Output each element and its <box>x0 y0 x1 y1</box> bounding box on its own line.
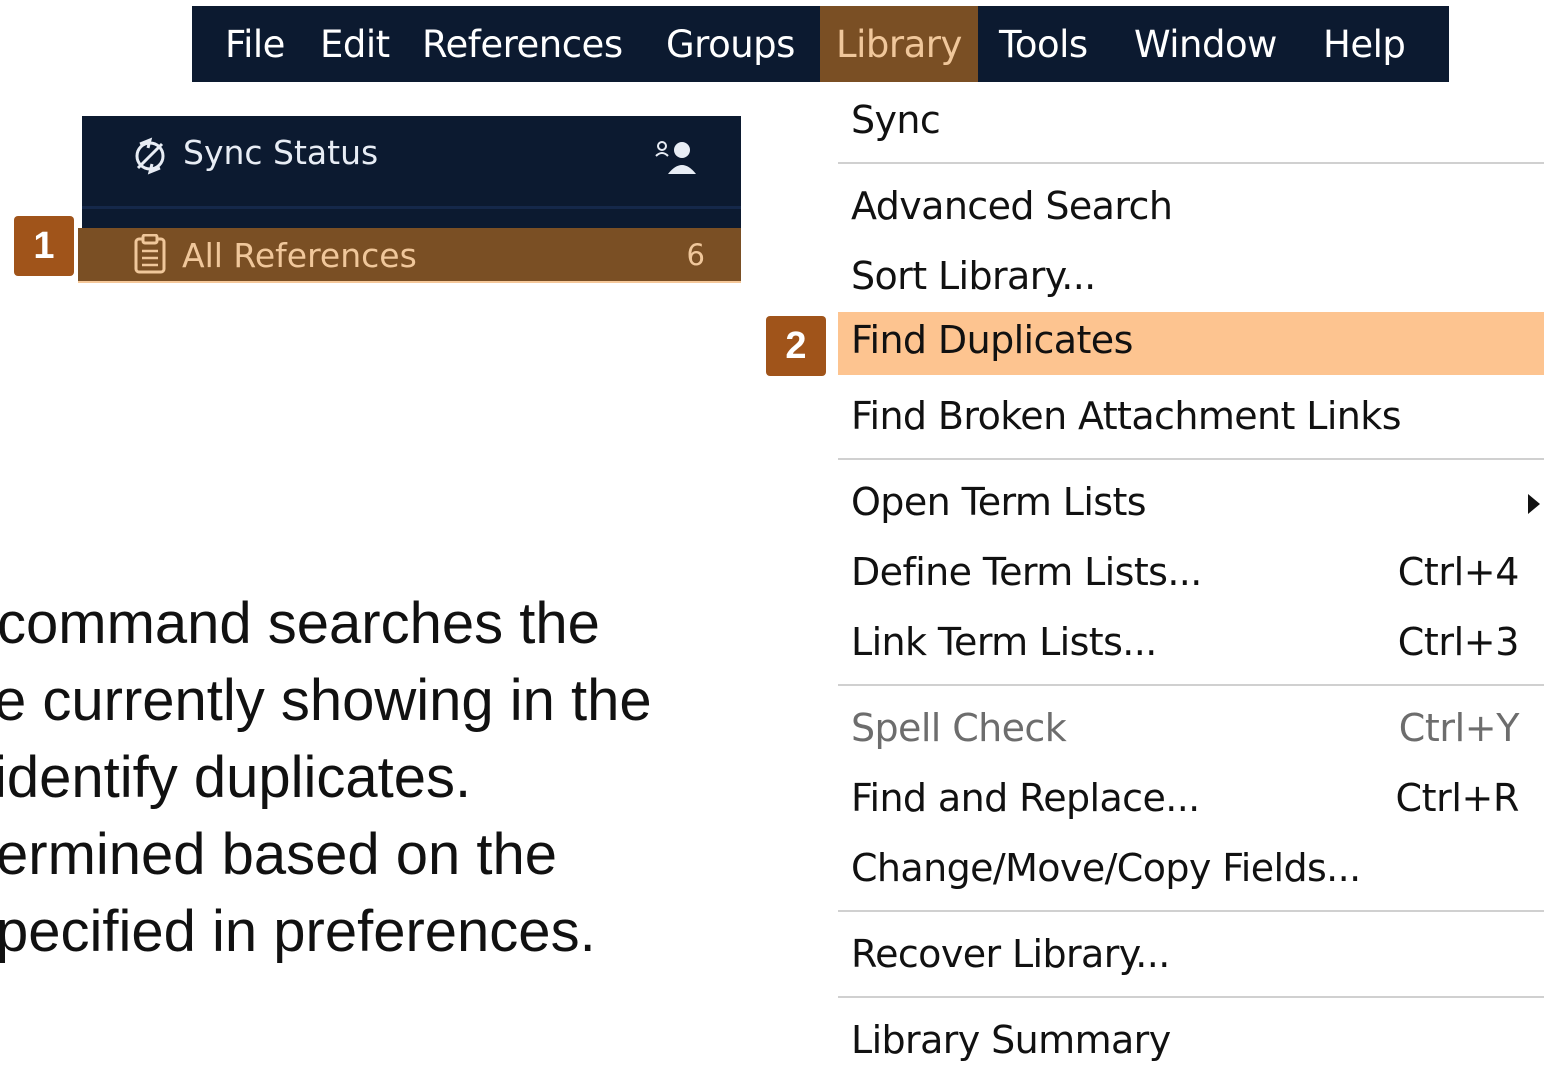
clipboard-icon <box>134 234 166 274</box>
menu-references[interactable]: References <box>422 6 623 82</box>
menu-item-label: Recover Library... <box>851 932 1170 976</box>
submenu-arrow-icon <box>1528 494 1540 514</box>
menu-groups[interactable]: Groups <box>666 6 795 82</box>
explanation-line: pecified in preferences. <box>0 899 596 964</box>
menu-item-label: Open Term Lists <box>851 480 1147 524</box>
menu-edit[interactable]: Edit <box>320 6 390 82</box>
explanation-line: command searches the <box>0 591 600 656</box>
sync-status-label: Sync Status <box>183 133 379 172</box>
menu-item-advanced-search[interactable]: Advanced Search <box>838 176 1544 240</box>
step-badge-2: 2 <box>766 316 826 376</box>
menu-separator <box>838 684 1544 686</box>
share-users-icon[interactable] <box>654 136 706 176</box>
menu-file[interactable]: File <box>225 6 285 82</box>
menu-item-label: Sort Library... <box>851 254 1096 298</box>
menu-bar: File Edit References Groups Library Tool… <box>192 6 1449 82</box>
menu-item-open-term-lists[interactable]: Open Term Lists <box>838 472 1544 536</box>
menu-item-find-and-replace[interactable]: Find and Replace... Ctrl+R <box>838 768 1544 832</box>
menu-item-shortcut: Ctrl+3 <box>1397 620 1520 664</box>
menu-item-label: Library Summary <box>851 1018 1171 1062</box>
sidebar-divider <box>82 206 741 209</box>
step-badge-1: 1 <box>14 216 74 276</box>
menu-item-shortcut: Ctrl+R <box>1395 776 1520 820</box>
menu-item-link-term-lists[interactable]: Link Term Lists... Ctrl+3 <box>838 612 1544 676</box>
menu-separator <box>838 996 1544 998</box>
menu-item-label: Sync <box>851 98 941 142</box>
all-references-label: All References <box>182 236 417 275</box>
menu-item-spell-check[interactable]: Spell Check Ctrl+Y <box>838 698 1544 762</box>
explanation-line: e currently showing in the <box>0 668 652 733</box>
menu-help[interactable]: Help <box>1323 6 1406 82</box>
menu-separator <box>838 458 1544 460</box>
menu-separator <box>838 910 1544 912</box>
menu-item-label: Spell Check <box>851 706 1067 750</box>
menu-item-define-term-lists[interactable]: Define Term Lists... Ctrl+4 <box>838 542 1544 606</box>
menu-item-find-broken-attachment-links[interactable]: Find Broken Attachment Links <box>838 386 1544 450</box>
sidebar-item-sync-status[interactable]: Sync Status <box>82 116 741 206</box>
menu-library[interactable]: Library <box>820 6 978 82</box>
menu-window[interactable]: Window <box>1134 6 1277 82</box>
menu-separator <box>838 162 1544 164</box>
all-references-count: 6 <box>686 238 705 272</box>
menu-item-label: Link Term Lists... <box>851 620 1157 664</box>
menu-item-shortcut: Ctrl+4 <box>1397 550 1520 594</box>
menu-item-sync[interactable]: Sync <box>838 90 1544 154</box>
library-menu: Sync Advanced Search Sort Library... Fin… <box>838 82 1544 1066</box>
menu-item-change-move-copy-fields[interactable]: Change/Move/Copy Fields... <box>838 838 1544 902</box>
explanation-line: identify duplicates. <box>0 745 472 810</box>
page: File Edit References Groups Library Tool… <box>0 0 1544 1066</box>
menu-item-label: Define Term Lists... <box>851 550 1202 594</box>
menu-tools[interactable]: Tools <box>999 6 1088 82</box>
menu-item-label: Find and Replace... <box>851 776 1200 820</box>
menu-item-find-duplicates[interactable]: Find Duplicates <box>838 312 1544 375</box>
menu-item-shortcut: Ctrl+Y <box>1398 706 1520 750</box>
menu-item-recover-library[interactable]: Recover Library... <box>838 924 1544 988</box>
sync-icon <box>135 137 165 175</box>
menu-item-library-summary[interactable]: Library Summary <box>838 1010 1544 1066</box>
menu-item-label: Find Broken Attachment Links <box>851 394 1402 438</box>
sidebar-item-all-references[interactable]: All References 6 <box>78 228 741 283</box>
explanation-line: ermined based on the <box>0 822 558 887</box>
menu-item-label: Change/Move/Copy Fields... <box>851 846 1361 890</box>
explanation-text: command searches the e currently showing… <box>0 590 760 990</box>
menu-item-label: Find Duplicates <box>851 318 1133 362</box>
sidebar: Sync Status <box>82 116 741 228</box>
menu-item-label: Advanced Search <box>851 184 1173 228</box>
menu-item-sort-library[interactable]: Sort Library... <box>838 246 1544 310</box>
